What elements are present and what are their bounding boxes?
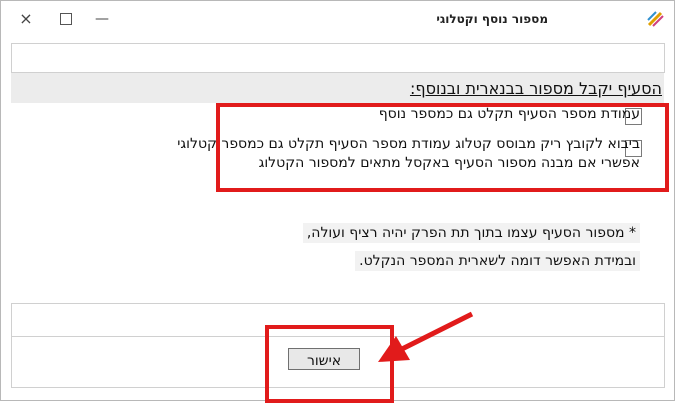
close-button[interactable]: × bbox=[15, 9, 37, 29]
maximize-icon bbox=[60, 13, 72, 25]
maximize-button[interactable] bbox=[55, 9, 77, 29]
minimize-icon: — bbox=[95, 11, 109, 27]
window-title: מספור נוסף וקטלוגי bbox=[436, 12, 548, 26]
title-bar: מספור נוסף וקטלוגי × — bbox=[1, 1, 674, 37]
section-heading: הסעיף יקבל מספור בבנארית ובנוסף: bbox=[409, 79, 662, 98]
close-icon: × bbox=[19, 9, 33, 28]
app-logo-icon bbox=[647, 11, 664, 27]
note-line-1: * מספור הסעיף עצמו בתוך תת הפרק יהיה רצי… bbox=[302, 223, 640, 243]
pointer-arrow-icon bbox=[378, 311, 474, 362]
note-line-2: ובמידת האפשר דומה לשארית המספר הנקלט. bbox=[355, 251, 640, 271]
top-text-field[interactable] bbox=[11, 43, 665, 73]
minimize-button[interactable]: — bbox=[91, 9, 113, 29]
options-highlight-box bbox=[216, 103, 669, 192]
